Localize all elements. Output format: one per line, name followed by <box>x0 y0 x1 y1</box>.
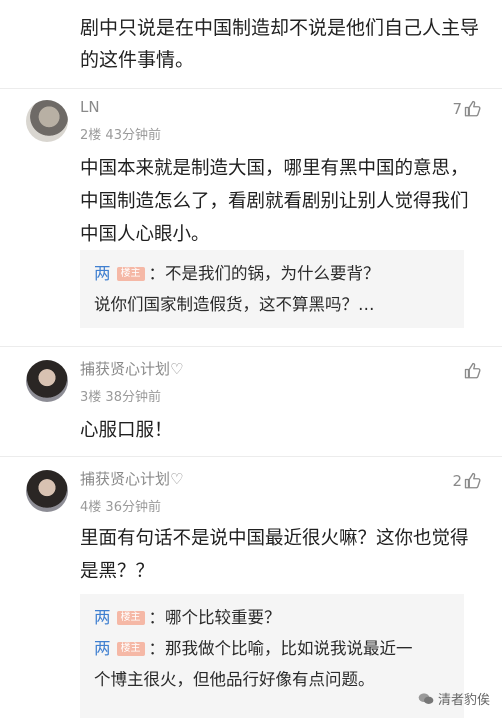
comment-text: 心服口服！ <box>80 420 173 441</box>
reply-text-continued: 说你们国家制造假货，这不算黑吗？… <box>94 295 375 314</box>
reply-box[interactable]: 两楼主 ：不是我们的锅，为什么要背？ 说你们国家制造假货，这不算黑吗？… <box>80 250 464 328</box>
comment-time: 36分钟前 <box>105 500 161 515</box>
reply-box[interactable]: 两楼主 ：哪个比较重要？ 两楼主 ：那我做个比喻，比如说我说最近一 个博主很火，但他… <box>80 594 464 718</box>
reply-text: ：哪个比较重要？ <box>148 608 281 627</box>
comment-author[interactable]: 捕获贤心计划♡ <box>80 358 183 379</box>
comment-author[interactable]: LN <box>80 98 100 116</box>
reply-author[interactable]: 两 <box>94 608 111 627</box>
previous-comment-text: 剧中只说是在中国制造却不说是他们自己人主导的这件事情。 <box>80 17 480 71</box>
comment-floor: 3楼 <box>80 390 102 405</box>
comment-author[interactable]: 捕获贤心计划♡ <box>80 468 183 489</box>
wechat-icon <box>418 692 434 704</box>
watermark: 清者豹俟 <box>418 689 490 708</box>
comment-item: LN 2楼 43分钟前 7 中国本来就是制造大国，哪里有黑中国的意思，中国制造怎… <box>0 88 502 348</box>
thumbs-up-icon[interactable] <box>464 100 482 118</box>
reply-text-continued: 个博主很火，但他品行好像有点问题。 <box>94 670 375 689</box>
watermark-text: 清者豹俟 <box>437 693 490 708</box>
thumbs-up-icon[interactable] <box>464 362 482 380</box>
like-count: 2 <box>452 472 462 490</box>
reply-text: ：那我做个比喻，比如说我说最近一 <box>148 639 413 658</box>
comment-time: 43分钟前 <box>105 128 161 143</box>
comment-meta: 2楼 43分钟前 <box>80 124 161 143</box>
thumbs-up-icon[interactable] <box>464 472 482 490</box>
avatar[interactable] <box>26 360 68 402</box>
reply-author[interactable]: 两 <box>94 264 111 283</box>
comment-item: 捕获贤心计划♡ 4楼 36分钟前 2 里面有句话不是说中国最近很火嘛？这你也觉得… <box>0 456 502 718</box>
comment-time: 38分钟前 <box>105 390 161 405</box>
reply-author[interactable]: 两 <box>94 639 111 658</box>
op-badge: 楼主 <box>116 642 145 656</box>
reply-item: 两楼主 ：不是我们的锅，为什么要背？ <box>94 258 450 289</box>
comment-floor: 2楼 <box>80 128 102 143</box>
comment-meta: 3楼 38分钟前 <box>80 386 161 405</box>
avatar[interactable] <box>26 100 68 142</box>
comment-text: 里面有句话不是说中国最近很火嘛？这你也觉得是黑？？ <box>80 528 469 582</box>
comment-text: 中国本来就是制造大国，哪里有黑中国的意思，中国制造怎么了，看剧就看剧别让别人觉得… <box>80 158 469 245</box>
like-count: 7 <box>452 100 462 118</box>
comment-meta: 4楼 36分钟前 <box>80 496 161 515</box>
avatar[interactable] <box>26 470 68 512</box>
reply-item: 两楼主 ：那我做个比喻，比如说我说最近一 <box>94 633 450 664</box>
comment-item: 捕获贤心计划♡ 3楼 38分钟前 心服口服！ <box>0 346 502 456</box>
op-badge: 楼主 <box>116 611 145 625</box>
reply-item: 两楼主 ：哪个比较重要？ <box>94 602 450 633</box>
reply-text: ：不是我们的锅，为什么要背？ <box>148 264 380 283</box>
comment-floor: 4楼 <box>80 500 102 515</box>
op-badge: 楼主 <box>116 267 145 281</box>
